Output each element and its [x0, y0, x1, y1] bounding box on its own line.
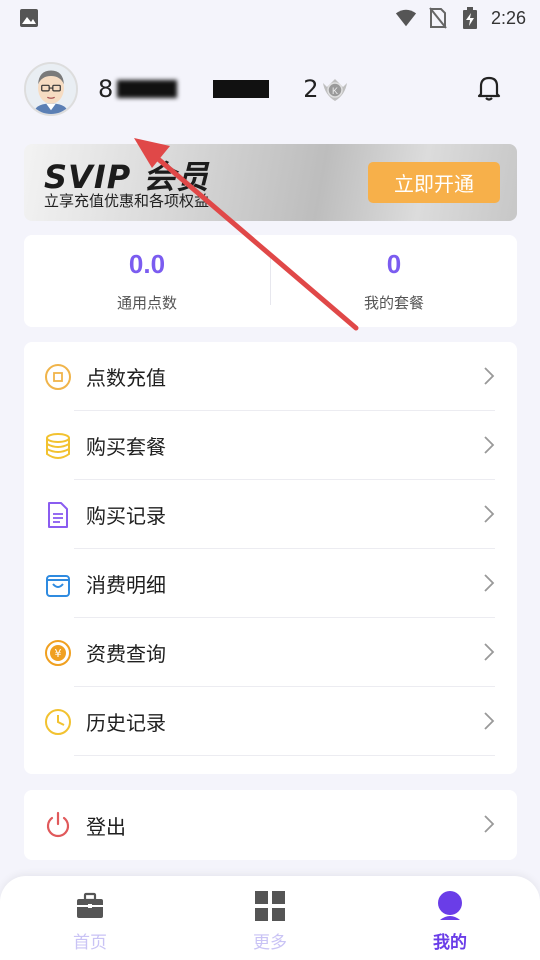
battery-charging-icon — [459, 7, 481, 29]
nav-mine[interactable]: 我的 — [360, 876, 540, 960]
menu-label: 历史记录 — [86, 711, 166, 735]
chevron-right-icon — [483, 435, 495, 455]
image-icon — [18, 7, 40, 29]
no-sim-icon — [427, 7, 449, 29]
yen-icon: ¥ — [44, 639, 72, 667]
svip-activate-button[interactable]: 立即开通 — [368, 162, 500, 203]
grid-icon — [254, 890, 286, 922]
chevron-right-icon — [483, 642, 495, 662]
chevron-right-icon — [483, 814, 495, 834]
nav-more[interactable]: 更多 — [180, 876, 360, 960]
avatar[interactable] — [24, 62, 78, 116]
menu-label: 消费明细 — [86, 573, 166, 597]
svip-subtitle: 立享充值优惠和各项权益 — [44, 192, 210, 210]
status-bar: 2:26 — [0, 0, 540, 36]
stat-points-value: 0.0 — [128, 249, 166, 279]
menu-item-consumption-details[interactable]: 消费明细 — [24, 549, 517, 618]
power-icon — [44, 811, 72, 839]
menu-label: 点数充值 — [86, 366, 166, 390]
nav-more-label: 更多 — [253, 933, 287, 953]
shopping-bag-icon — [44, 570, 72, 598]
user-level: 2 K — [303, 75, 348, 103]
document-icon — [44, 501, 72, 529]
redaction-mark — [117, 80, 178, 98]
menu-label: 购买记录 — [86, 504, 166, 528]
database-icon — [44, 432, 72, 460]
stat-packages-value: 0 — [386, 249, 402, 279]
menu-item-history[interactable]: 历史记录 — [24, 687, 517, 756]
svip-banner[interactable]: SVIP 会员 立享充值优惠和各项权益 立即开通 — [24, 144, 517, 221]
stat-points-label: 通用点数 — [116, 294, 177, 312]
logout-label: 登出 — [86, 814, 126, 839]
menu-item-purchase-records[interactable]: 购买记录 — [24, 480, 517, 549]
nav-home-label: 首页 — [73, 933, 107, 953]
menu-item-pricing[interactable]: ¥ 资费查询 — [24, 618, 517, 687]
username-text: 8 — [98, 75, 114, 103]
user-icon — [434, 890, 466, 922]
logout-button[interactable]: 登出 — [24, 790, 517, 860]
stat-packages-label: 我的套餐 — [363, 294, 424, 312]
clock-icon — [44, 708, 72, 736]
stat-points[interactable]: 0.0 通用点数 — [24, 235, 270, 327]
menu-label: 购买套餐 — [86, 435, 166, 459]
chevron-right-icon — [483, 366, 495, 386]
redaction-mark — [213, 80, 270, 98]
stats-card: 0.0 通用点数 0 我的套餐 — [24, 235, 517, 327]
menu-label: 资费查询 — [86, 642, 166, 666]
menu-list: 点数充值 购买套餐 购买记录 消费明细 ¥ 资费查询 历史记录 — [24, 342, 517, 774]
bell-icon[interactable] — [474, 72, 504, 102]
username: 8 — [98, 69, 270, 109]
menu-item-buy-package[interactable]: 购买套餐 — [24, 411, 517, 480]
chevron-right-icon — [483, 573, 495, 593]
level-number: 2 — [303, 75, 319, 103]
nav-mine-label: 我的 — [433, 933, 467, 953]
stat-packages[interactable]: 0 我的套餐 — [271, 235, 517, 327]
chevron-right-icon — [483, 504, 495, 524]
profile-header: 8 2 K — [24, 60, 516, 118]
chevron-right-icon — [483, 711, 495, 731]
level-badge-icon: K — [321, 75, 349, 103]
svg-text:¥: ¥ — [55, 647, 62, 660]
status-time: 2:26 — [490, 7, 526, 28]
svg-text:K: K — [332, 86, 338, 96]
briefcase-icon — [74, 890, 106, 922]
bottom-nav: 首页 更多 我的 — [0, 876, 540, 960]
coin-icon — [44, 363, 72, 391]
wifi-icon — [395, 7, 417, 29]
nav-home[interactable]: 首页 — [0, 876, 180, 960]
menu-item-recharge[interactable]: 点数充值 — [24, 342, 517, 411]
